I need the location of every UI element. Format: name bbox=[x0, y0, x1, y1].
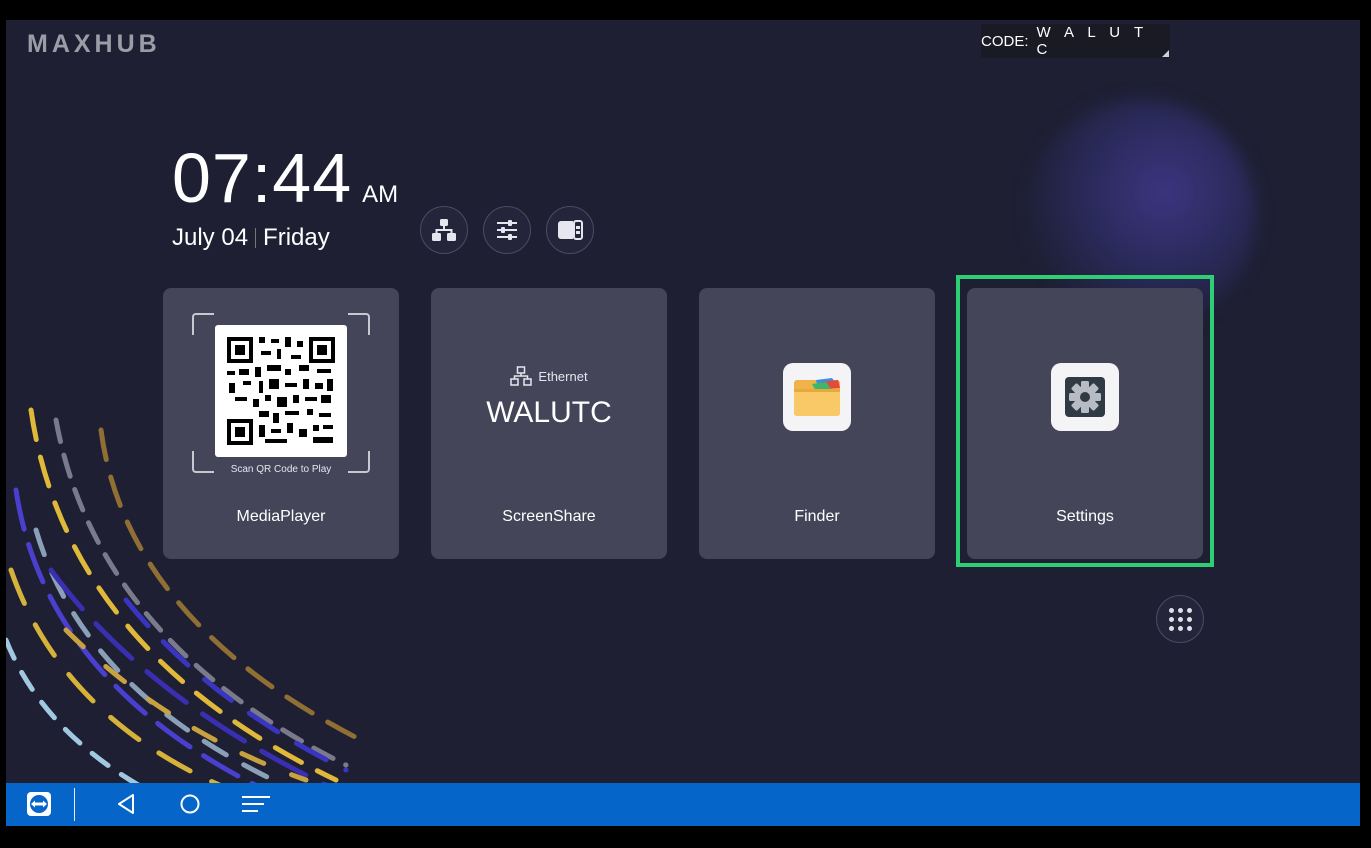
date-display: July 04 Friday bbox=[172, 224, 330, 252]
network-icon bbox=[432, 219, 456, 241]
tile-screenshare[interactable]: Ethernet WALUTC ScreenShare bbox=[431, 288, 667, 559]
source-switch-icon bbox=[558, 220, 583, 240]
apps-grid-icon bbox=[1168, 607, 1174, 613]
folder-icon bbox=[794, 378, 840, 416]
recents-icon bbox=[242, 796, 270, 812]
brand-logo: MAXHUB bbox=[27, 30, 161, 58]
recents-button[interactable] bbox=[240, 789, 272, 819]
clock-ampm: AM bbox=[362, 181, 399, 208]
settings-app-icon bbox=[1051, 363, 1119, 431]
source-button[interactable] bbox=[546, 206, 594, 254]
ethernet-icon bbox=[510, 366, 533, 386]
taskbar-divider bbox=[74, 788, 75, 821]
sliders-icon bbox=[497, 220, 517, 240]
adjust-button[interactable] bbox=[483, 206, 531, 254]
code-expand-corner-icon bbox=[1162, 50, 1169, 57]
tile-label-settings: Settings bbox=[1056, 508, 1114, 525]
weekday-text: Friday bbox=[263, 224, 330, 251]
tile-label-mediaplayer: MediaPlayer bbox=[236, 508, 326, 525]
tile-settings[interactable]: Settings bbox=[967, 288, 1203, 559]
teamviewer-icon bbox=[27, 792, 51, 816]
home-button[interactable] bbox=[178, 789, 202, 819]
taskbar bbox=[6, 783, 1360, 826]
screenshare-device-name: WALUTC bbox=[486, 396, 612, 429]
qr-code-image bbox=[227, 337, 335, 445]
tile-label-finder: Finder bbox=[794, 508, 840, 525]
qr-caption: Scan QR Code to Play bbox=[230, 464, 332, 475]
home-screen: MAXHUB CODE: W A L U T C 07:44 AM July 0… bbox=[6, 20, 1360, 826]
teamviewer-button[interactable] bbox=[26, 789, 52, 819]
gear-icon bbox=[1065, 377, 1105, 417]
date-text: July 04 bbox=[172, 224, 249, 251]
network-type: Ethernet bbox=[538, 368, 588, 384]
tile-mediaplayer[interactable]: Scan QR Code to Play MediaPlayer bbox=[163, 288, 399, 559]
all-apps-button[interactable] bbox=[1156, 595, 1204, 643]
network-button[interactable] bbox=[420, 206, 468, 254]
back-button[interactable] bbox=[114, 789, 138, 819]
screenshare-network: Ethernet bbox=[431, 366, 667, 386]
qr-code bbox=[215, 325, 347, 457]
tile-finder[interactable]: Finder bbox=[699, 288, 935, 559]
clock-time: 07:44 bbox=[172, 139, 353, 217]
back-icon bbox=[118, 794, 134, 814]
finder-app-icon bbox=[783, 363, 851, 431]
date-separator bbox=[255, 228, 257, 248]
home-icon bbox=[180, 794, 200, 814]
connection-code-box[interactable]: CODE: W A L U T C bbox=[981, 24, 1170, 58]
code-label: CODE: bbox=[981, 32, 1029, 50]
clock: 07:44 AM bbox=[172, 138, 398, 218]
tile-label-screenshare: ScreenShare bbox=[502, 508, 596, 525]
code-value: W A L U T C bbox=[1036, 24, 1148, 58]
